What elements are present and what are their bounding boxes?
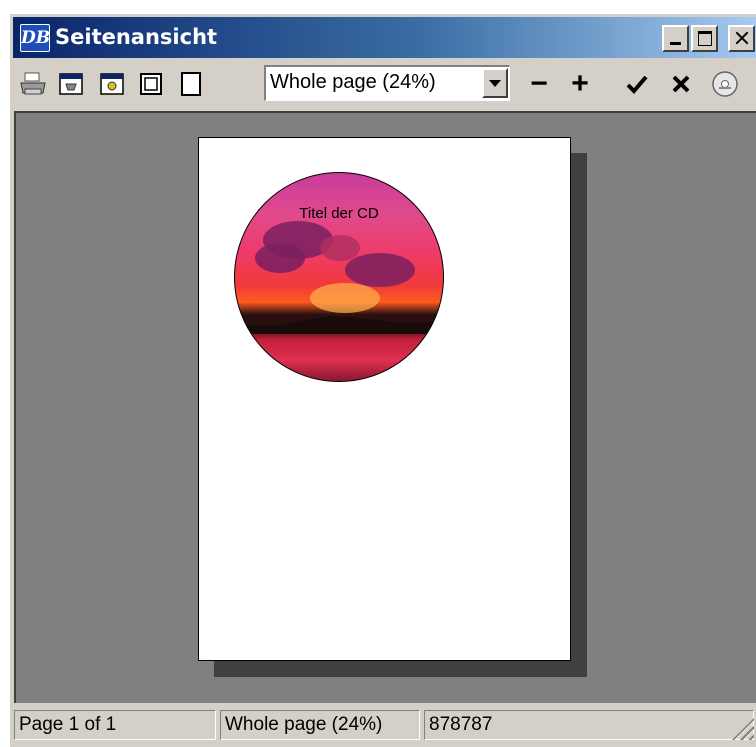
cd-disc-icon — [712, 71, 738, 97]
page-setup-icon — [59, 73, 83, 95]
preview-page: Titel der CD — [198, 137, 571, 661]
page-setup-button[interactable] — [56, 69, 86, 99]
close-icon — [672, 75, 690, 93]
status-bar: Page 1 of 1 Whole page (24%) 878787 — [14, 708, 754, 742]
cancel-button[interactable] — [666, 69, 696, 99]
preview-area[interactable]: Titel der CD — [14, 111, 756, 703]
title-bar[interactable]: DB Seitenansicht — [13, 17, 756, 58]
cd-title-text: Titel der CD — [299, 205, 379, 222]
window-title: Seitenansicht — [55, 25, 218, 49]
printer-icon — [20, 72, 46, 95]
toolbar: Whole page (24%) − + — [10, 61, 756, 109]
app-icon: DB — [20, 24, 50, 52]
close-window-button[interactable] — [728, 25, 755, 52]
settings-window-icon — [100, 73, 124, 95]
full-page-button[interactable] — [176, 69, 206, 99]
status-value: 878787 — [424, 710, 754, 740]
minimize-button[interactable] — [662, 25, 689, 52]
cd-button[interactable] — [710, 69, 740, 99]
zoom-out-button[interactable]: − — [524, 67, 554, 100]
dropdown-arrow-icon[interactable] — [482, 68, 508, 98]
print-button[interactable] — [18, 69, 48, 99]
zoom-dropdown[interactable]: Whole page (24%) — [264, 65, 510, 101]
preview-window: DB Seitenansicht Whole page (24%) − + Ti… — [9, 13, 756, 747]
maximize-button[interactable] — [691, 25, 718, 52]
single-page-icon — [140, 73, 162, 95]
status-page-info: Page 1 of 1 — [14, 710, 216, 740]
zoom-value: Whole page (24%) — [270, 71, 436, 93]
cd-label-image: Titel der CD — [234, 172, 444, 382]
zoom-in-button[interactable]: + — [565, 67, 595, 100]
options-button[interactable] — [97, 69, 127, 99]
page-icon — [181, 72, 201, 96]
confirm-button[interactable] — [622, 69, 652, 99]
status-zoom-info: Whole page (24%) — [220, 710, 420, 740]
single-page-button[interactable] — [136, 69, 166, 99]
checkmark-icon — [626, 75, 648, 94]
